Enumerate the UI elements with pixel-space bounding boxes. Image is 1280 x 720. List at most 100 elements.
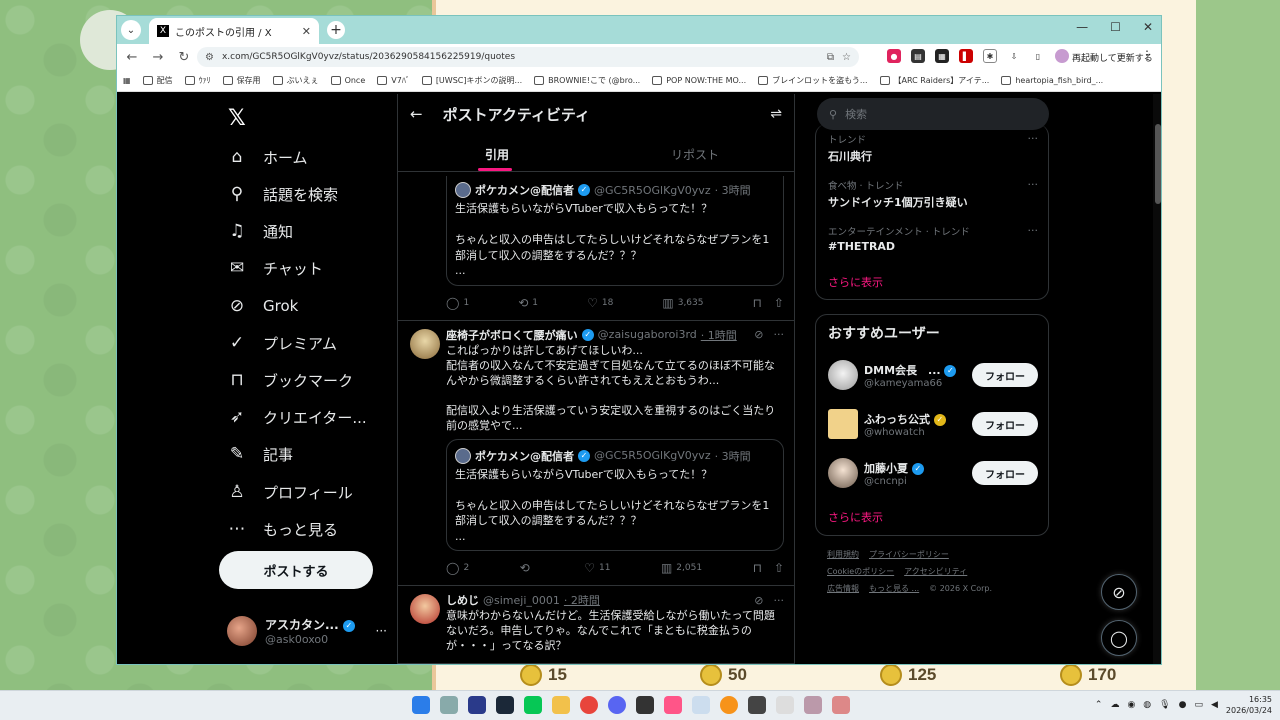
bookmark-item[interactable]: V7ﾊﾞ	[377, 75, 410, 86]
app-icon[interactable]	[636, 696, 654, 714]
bookmark-button[interactable]: ⊓ ⇧	[753, 296, 784, 310]
post-button[interactable]: ポストする	[219, 551, 373, 589]
follow-button[interactable]: フォロー	[972, 363, 1038, 387]
tab-quotes[interactable]: 引用	[398, 134, 596, 171]
extension-icon[interactable]: ●	[887, 49, 901, 63]
footer-link[interactable]: 利用規約	[827, 550, 859, 559]
more-dots-icon[interactable]: ···	[774, 594, 785, 607]
more-dots-icon[interactable]: ···	[1028, 224, 1039, 237]
network-icon[interactable]: ▭	[1194, 700, 1203, 710]
nav-more[interactable]: ⋯ もっと見る	[227, 514, 339, 544]
trend-item[interactable]: トレンド 石川典行 ···	[828, 132, 1038, 164]
quoted-post[interactable]: ポケカメン@配信者 ✓ @GC5R5OGlKgV0yvz · 3時間 生活保護も…	[446, 176, 784, 286]
suggested-user[interactable]: DMM会長 ... ✓ @kameyama66 フォロー	[828, 357, 1038, 393]
share-icon[interactable]: ⇧	[774, 296, 784, 310]
scrollbar-thumb[interactable]	[1155, 124, 1161, 204]
bookmark-item[interactable]: 配信	[142, 75, 173, 86]
nav-notifications[interactable]: ♫ 通知	[227, 216, 293, 246]
views-button[interactable]: ▥ 3,635	[662, 296, 703, 310]
extension-icon[interactable]: ▌	[959, 49, 973, 63]
nav-grok[interactable]: ⊘ Grok	[227, 291, 298, 321]
post[interactable]: しめじ @simeji_0001 · 2時間 ⊘ ··· 意味がわからないんだけど…	[398, 586, 794, 664]
clock[interactable]: 16:35 2026/03/24	[1226, 694, 1272, 716]
trend-item[interactable]: エンターテインメント · トレンド #THETRAD ···	[828, 224, 1038, 253]
minimize-icon[interactable]: —	[1076, 20, 1088, 34]
extension-icon[interactable]: ▤	[911, 49, 925, 63]
views-button[interactable]: ▥ 2,051	[661, 561, 702, 575]
app-icon[interactable]	[804, 696, 822, 714]
author-handle[interactable]: @simeji_0001	[483, 594, 560, 607]
trend-item[interactable]: 食べ物 · トレンド サンドイッチ1個万引き疑い ···	[828, 178, 1038, 210]
profile-avatar[interactable]	[1055, 49, 1069, 63]
tray-icon[interactable]: ◉	[1127, 700, 1135, 710]
bookmark-item[interactable]: Once	[330, 76, 365, 85]
app-icon[interactable]	[776, 696, 794, 714]
filter-icon[interactable]: ⇌	[770, 106, 782, 122]
footer-link[interactable]: 広告情報	[827, 584, 859, 593]
site-info-icon[interactable]: ⚙	[205, 52, 214, 63]
extension-icon[interactable]: ▦	[935, 49, 949, 63]
address-bar[interactable]: ⚙ x.com/GC5R5OGlKgV0yvz/status/203629058…	[197, 47, 859, 67]
nav-profile[interactable]: ♙ プロフィール	[227, 477, 352, 507]
app-icon[interactable]	[468, 696, 486, 714]
close-window-icon[interactable]: ✕	[1143, 20, 1153, 34]
like-button[interactable]: ♡ 11	[584, 561, 610, 575]
like-button[interactable]: ♡ 18	[587, 296, 613, 310]
new-tab-button[interactable]: +	[327, 21, 345, 39]
scrollbar[interactable]	[1153, 94, 1161, 664]
bookmark-item[interactable]: heartopia_fish_bird_...	[1001, 76, 1103, 85]
tab-reposts[interactable]: リポスト	[596, 134, 794, 171]
more-dots-icon[interactable]: ···	[376, 624, 387, 638]
bookmark-item[interactable]: ぶいえぇ	[272, 75, 319, 86]
browser-tab[interactable]: X このポストの引用 / X ✕	[149, 18, 319, 44]
windows-start-icon[interactable]	[412, 696, 430, 714]
nav-premium[interactable]: ✓ プレミアム	[227, 328, 337, 358]
footer-link[interactable]: Cookieのポリシー	[827, 567, 894, 576]
close-tab-icon[interactable]: ✕	[302, 25, 311, 38]
app-icon[interactable]	[720, 696, 738, 714]
more-dots-icon[interactable]: ···	[1028, 132, 1039, 145]
bookmark-item[interactable]: ｳｧﾘ	[184, 75, 211, 86]
author-name[interactable]: 座椅子がボロくて腰が痛い	[446, 327, 578, 343]
chat-fab-icon[interactable]: ◯	[1101, 620, 1137, 656]
downloads-icon[interactable]: ⇩	[1007, 49, 1021, 63]
show-more-link[interactable]: さらに表示	[828, 274, 883, 290]
tray-icon[interactable]: ☁	[1110, 700, 1119, 710]
app-icon[interactable]	[664, 696, 682, 714]
bookmark-item[interactable]: [UWSC]キボンの説明...	[421, 75, 522, 86]
nav-creator[interactable]: ➶ クリエイター...	[227, 402, 367, 432]
grok-icon[interactable]: ⊘	[754, 328, 763, 341]
more-dots-icon[interactable]: ···	[774, 328, 785, 341]
show-more-link[interactable]: さらに表示	[828, 509, 883, 525]
search-input[interactable]: ⚲ 検索	[817, 98, 1049, 130]
bookmark-item[interactable]: POP NOW:THE MO...	[652, 76, 746, 85]
tray-icon[interactable]: ●	[1179, 700, 1187, 710]
tray-icon[interactable]: ◍	[1143, 700, 1151, 710]
author-name[interactable]: しめじ	[446, 592, 479, 608]
bookmark-item[interactable]: ブレインロットを盗もう...	[758, 75, 868, 86]
tab-search-button[interactable]: ⌄	[121, 20, 141, 40]
follow-button[interactable]: フォロー	[972, 412, 1038, 436]
repost-button[interactable]: ⟲ 1	[518, 296, 538, 310]
reply-button[interactable]: ◯ 2	[446, 561, 469, 575]
chevron-up-icon[interactable]: ⌃	[1095, 700, 1103, 710]
reply-button[interactable]: ◯ 1	[446, 296, 469, 310]
sidepanel-icon[interactable]: ▯	[1031, 49, 1045, 63]
maximize-icon[interactable]: ☐	[1110, 20, 1121, 34]
app-icon[interactable]	[440, 696, 458, 714]
nav-explore[interactable]: ⚲ 話題を検索	[227, 179, 338, 209]
nav-home[interactable]: ⌂ ホーム	[227, 142, 308, 172]
post-time[interactable]: · 2時間	[564, 592, 600, 608]
steam-icon[interactable]	[496, 696, 514, 714]
mic-icon[interactable]: 🎙	[1159, 700, 1170, 710]
app-icon[interactable]	[832, 696, 850, 714]
puzzle-icon[interactable]: ✱	[983, 49, 997, 63]
follow-button[interactable]: フォロー	[972, 461, 1038, 485]
share-icon[interactable]: ⇧	[774, 561, 784, 575]
more-dots-icon[interactable]: ···	[1028, 178, 1039, 191]
nav-articles[interactable]: ✎ 記事	[227, 439, 293, 469]
install-icon[interactable]: ⧉	[827, 52, 834, 63]
author-handle[interactable]: @zaisugaboroi3rd	[598, 328, 697, 341]
grok-fab-icon[interactable]: ⊘	[1101, 574, 1137, 610]
footer-link[interactable]: プライバシーポリシー	[869, 550, 949, 559]
